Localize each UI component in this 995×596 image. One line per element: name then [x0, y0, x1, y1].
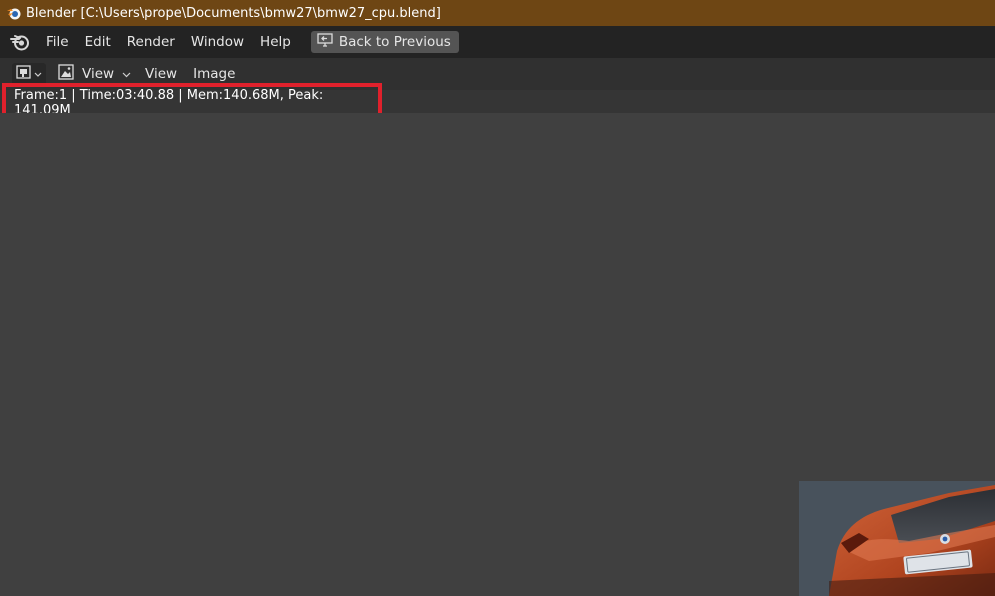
- header-menu-image[interactable]: Image: [185, 66, 243, 82]
- menu-file[interactable]: File: [38, 30, 77, 54]
- image-mode-label: View: [82, 66, 115, 82]
- editor-type-selector[interactable]: [12, 63, 46, 85]
- menu-edit[interactable]: Edit: [77, 30, 119, 54]
- window-title: Blender [C:\Users\prope\Documents\bmw27\…: [26, 5, 441, 21]
- top-menu-bar: File Edit Render Window Help Back to Pre…: [0, 26, 995, 58]
- header-menu-view[interactable]: View: [137, 66, 185, 82]
- back-to-previous-label: Back to Previous: [338, 34, 451, 50]
- chevron-down-icon: [122, 66, 131, 82]
- chevron-down-icon: [34, 66, 42, 82]
- menu-help[interactable]: Help: [252, 30, 299, 54]
- image-mode-selector[interactable]: View: [54, 63, 137, 85]
- back-to-previous-icon: [317, 33, 333, 51]
- image-icon: [58, 64, 74, 84]
- menu-window[interactable]: Window: [183, 30, 252, 54]
- back-to-previous-button[interactable]: Back to Previous: [310, 31, 459, 53]
- image-editor-icon: [16, 65, 32, 83]
- blender-logo-icon: [6, 5, 22, 21]
- menu-render[interactable]: Render: [119, 30, 183, 54]
- window-titlebar: Blender [C:\Users\prope\Documents\bmw27\…: [0, 0, 995, 26]
- render-result-image: [799, 481, 995, 596]
- blender-logo-icon[interactable]: [8, 30, 32, 54]
